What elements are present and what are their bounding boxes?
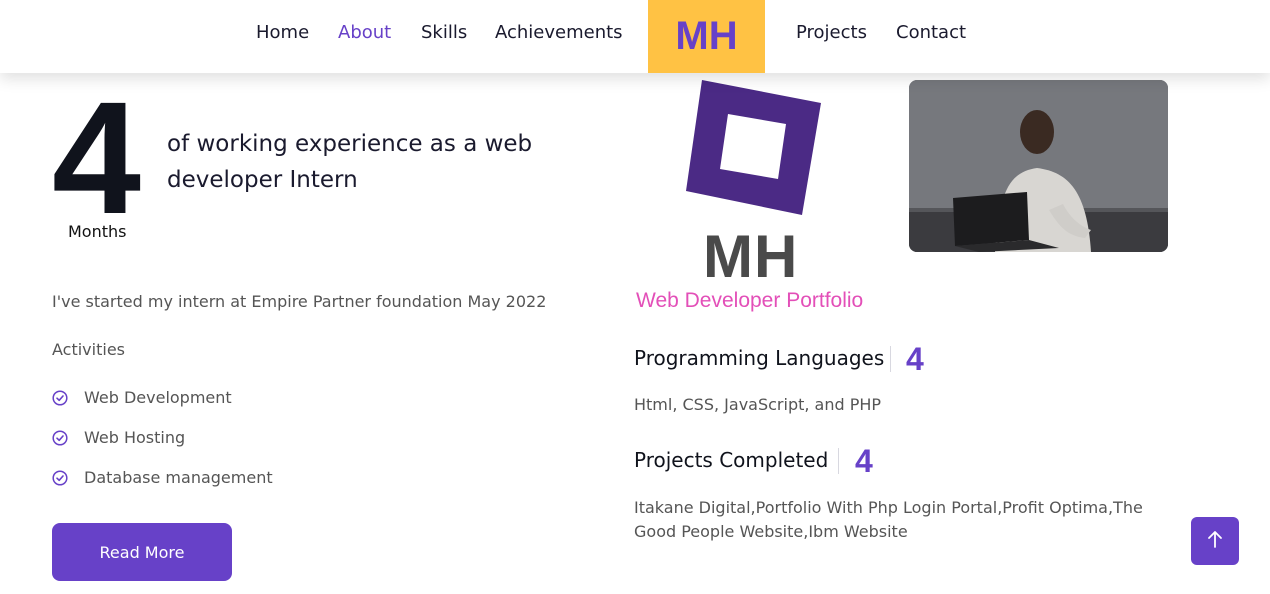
stat-value: 4 xyxy=(855,443,873,479)
stat-description: Itakane Digital,Portfolio With Php Login… xyxy=(634,498,1143,541)
stat-title: Programming Languages xyxy=(634,346,885,370)
stat-value: 4 xyxy=(906,341,924,377)
experience-unit: Months xyxy=(68,222,127,241)
profile-photo xyxy=(909,80,1168,252)
stat-description: Html, CSS, JavaScript, and PHP xyxy=(634,395,882,414)
check-circle-icon xyxy=(52,389,68,406)
activity-label: Web Hosting xyxy=(84,428,186,447)
activity-item: Web Hosting xyxy=(52,428,185,447)
experience-text: of working experience as a web developer… xyxy=(167,131,533,193)
read-more-button[interactable]: Read More xyxy=(52,523,232,581)
nav-projects[interactable]: Projects xyxy=(796,22,867,43)
stat-divider xyxy=(890,346,891,372)
stat-divider xyxy=(838,448,839,474)
navbar: Home About Skills Achievements MH Projec… xyxy=(0,0,1270,73)
activity-item: Web Development xyxy=(52,388,232,407)
nav-contact[interactable]: Contact xyxy=(896,22,966,43)
stat-title: Projects Completed xyxy=(634,448,829,472)
check-circle-icon xyxy=(52,429,68,446)
arrow-up-icon xyxy=(1206,529,1224,553)
experience-number: 4 xyxy=(52,68,141,247)
nav-skills[interactable]: Skills xyxy=(421,22,467,43)
logo-tagline: Web Developer Portfolio xyxy=(636,289,864,312)
scroll-top-button[interactable] xyxy=(1191,517,1239,565)
nav-home[interactable]: Home xyxy=(256,22,309,43)
logo-text: MH xyxy=(703,223,799,290)
check-circle-icon xyxy=(52,469,68,486)
intro-text: I've started my intern at Empire Partner… xyxy=(52,292,547,311)
brand-logo[interactable]: MH xyxy=(648,0,765,73)
activity-label: Database management xyxy=(84,468,273,487)
nav-achievements[interactable]: Achievements xyxy=(495,22,623,43)
nav-about[interactable]: About xyxy=(338,22,391,43)
activity-item: Database management xyxy=(52,468,273,487)
activity-label: Web Development xyxy=(84,388,232,407)
logo-mark-icon xyxy=(682,80,824,220)
activities-label: Activities xyxy=(52,340,125,359)
